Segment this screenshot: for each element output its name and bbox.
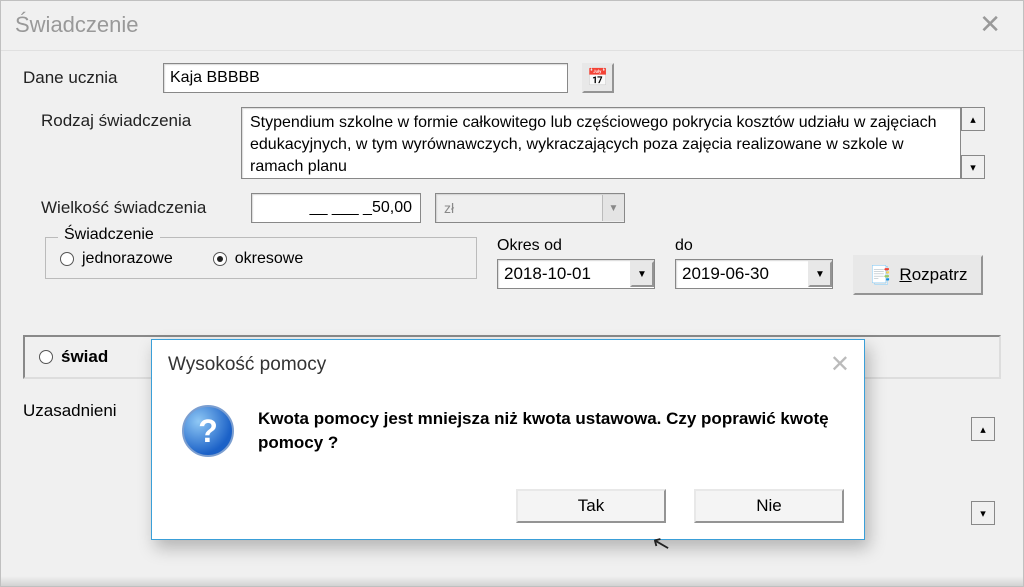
frequency-radio-group: jednorazowe okresowe — [60, 250, 462, 268]
benefit-frequency-fieldset: Świadczenie jednorazowe okresowe — [45, 237, 477, 279]
amount-input[interactable] — [251, 193, 421, 223]
period-to-block: do 2019-06-30 ▼ — [675, 237, 833, 289]
student-row: Dane ucznia 📅 — [23, 63, 1001, 93]
rozpatrz-button[interactable]: 📑 RRozpatrzozpatrz — [853, 255, 983, 295]
chevron-down-icon: ▼ — [808, 261, 832, 287]
shadow — [1, 576, 1023, 586]
no-button[interactable]: Nie — [694, 489, 844, 523]
period-from-value: 2018-10-01 — [504, 264, 591, 284]
justification-scrollbar[interactable]: ▴ ▾ — [971, 417, 995, 525]
type-and-period-row: Świadczenie jednorazowe okresowe Okres o… — [45, 237, 1001, 295]
radio-label: okresowe — [235, 250, 303, 268]
benefit-type-wrap: Stypendium szkolne w formie całkowitego … — [241, 107, 985, 179]
chevron-down-icon: ▼ — [602, 195, 624, 221]
period-to-select[interactable]: 2019-06-30 ▼ — [675, 259, 833, 289]
radio-icon — [60, 252, 74, 266]
currency-value: zł — [444, 200, 454, 216]
chevron-down-icon: ▼ — [630, 261, 654, 287]
benefit-dialog: Świadczenie ✕ Dane ucznia 📅 Rodzaj świad… — [0, 0, 1024, 587]
window-title: Świadczenie — [15, 12, 139, 38]
period-to-label: do — [675, 237, 833, 255]
modal-button-row: Tak Nie — [152, 465, 864, 539]
scroll-down-icon[interactable]: ▾ — [971, 501, 995, 525]
close-icon[interactable]: ✕ — [971, 9, 1009, 40]
modal-body: ? Kwota pomocy jest mniejsza niż kwota u… — [152, 383, 864, 465]
benefit-type-scrollbar[interactable]: ▴ ▾ — [961, 107, 985, 179]
modal-title: Wysokość pomocy — [168, 354, 326, 376]
calendar-icon: 📅 — [587, 68, 608, 88]
frequency-legend: Świadczenie — [58, 226, 160, 244]
modal-titlebar: Wysokość pomocy ✕ — [152, 340, 864, 383]
currency-select: zł ▼ — [435, 193, 625, 223]
radio-okresowe[interactable]: okresowe — [213, 250, 303, 268]
radio-label: jednorazowe — [82, 250, 173, 268]
benefit-type-textarea[interactable]: Stypendium szkolne w formie całkowitego … — [241, 107, 961, 179]
benefit-type-row: Rodzaj świadczenia Stypendium szkolne w … — [41, 107, 1001, 179]
radio-label: świad — [61, 347, 108, 367]
gear-icon: 📑 — [869, 265, 891, 286]
period-to-value: 2019-06-30 — [682, 264, 769, 284]
titlebar: Świadczenie ✕ — [1, 1, 1023, 51]
radio-icon — [39, 350, 53, 364]
period-from-select[interactable]: 2018-10-01 ▼ — [497, 259, 655, 289]
close-icon[interactable]: ✕ — [830, 350, 850, 379]
period-from-label: Okres od — [497, 237, 655, 255]
amount-confirm-dialog: Wysokość pomocy ✕ ? Kwota pomocy jest mn… — [151, 339, 865, 540]
calendar-button[interactable]: 📅 — [582, 63, 614, 93]
rozpatrz-label: RRozpatrzozpatrz — [899, 265, 967, 285]
modal-message: Kwota pomocy jest mniejsza niż kwota ust… — [258, 405, 844, 455]
period-from-block: Okres od 2018-10-01 ▼ — [497, 237, 655, 289]
form-area: Dane ucznia 📅 Rodzaj świadczenia Stypend… — [1, 51, 1023, 307]
scroll-up-icon[interactable]: ▴ — [961, 107, 985, 131]
student-input[interactable] — [163, 63, 568, 93]
benefit-type-label: Rodzaj świadczenia — [41, 107, 241, 131]
yes-button[interactable]: Tak — [516, 489, 666, 523]
scroll-up-icon[interactable]: ▴ — [971, 417, 995, 441]
question-icon: ? — [182, 405, 234, 457]
radio-icon — [213, 252, 227, 266]
amount-label: Wielkość świadczenia — [41, 198, 251, 218]
amount-row: Wielkość świadczenia zł ▼ — [41, 193, 1001, 223]
radio-swiadczenie[interactable]: świad — [39, 347, 108, 367]
scroll-down-icon[interactable]: ▾ — [961, 155, 985, 179]
student-label: Dane ucznia — [23, 68, 163, 88]
radio-jednorazowe[interactable]: jednorazowe — [60, 250, 173, 268]
